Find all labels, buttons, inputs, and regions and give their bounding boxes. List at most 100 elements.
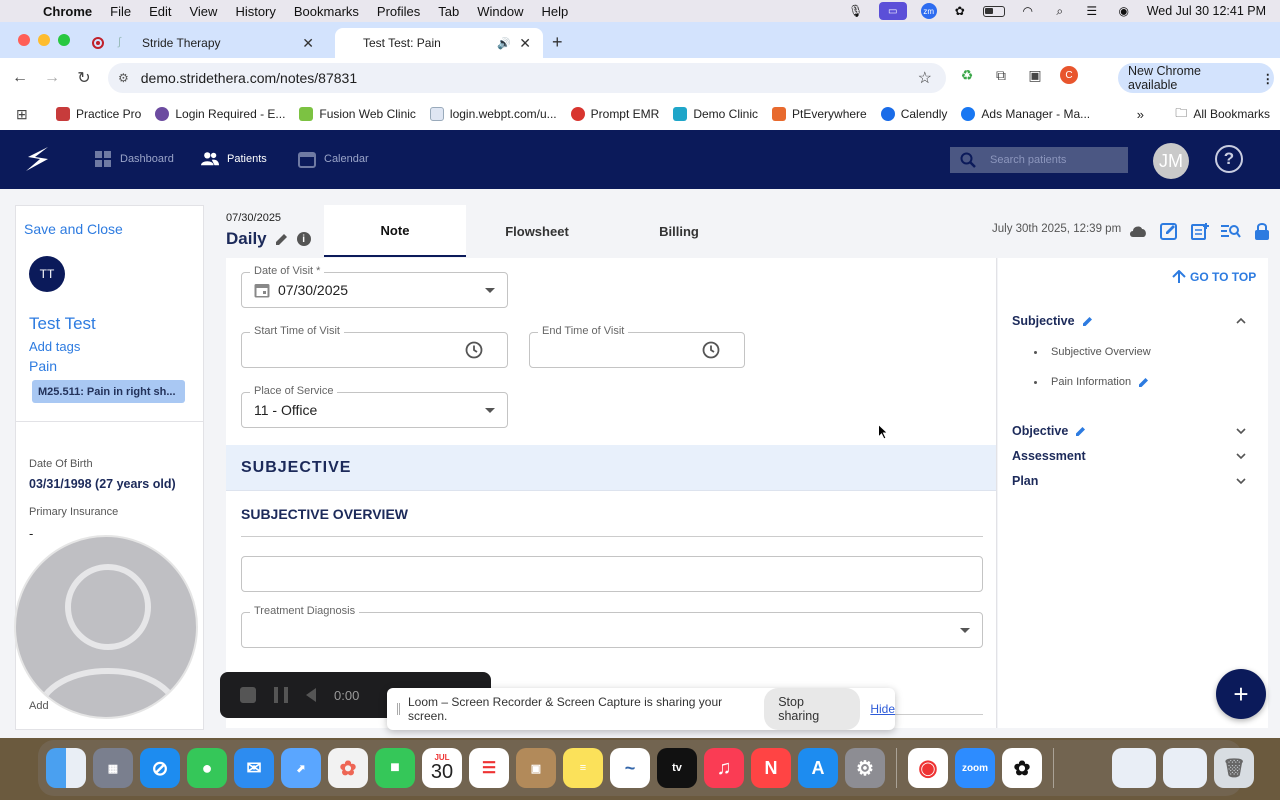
patient-name[interactable]: Test Test [29,314,96,334]
restart-icon[interactable] [306,688,316,702]
finder-icon[interactable] [46,748,86,788]
patient-case[interactable]: Pain [29,358,57,374]
loom-webcam-bubble[interactable] [14,535,198,719]
outline-subjective[interactable]: Subjective [1012,314,1093,328]
tab-billing[interactable]: Billing [608,205,750,257]
notes-icon[interactable]: ≡ [563,748,603,788]
menu-window[interactable]: Window [468,4,532,19]
add-note-icon[interactable] [1190,221,1210,241]
treatment-diagnosis-select[interactable]: Treatment Diagnosis [241,605,983,648]
clock-icon[interactable] [465,341,483,359]
site-info-icon[interactable]: ⚙ [118,71,129,85]
edit-pencil-icon[interactable] [275,232,289,246]
bookmark-login-required[interactable]: Login Required - E... [155,107,285,121]
address-bar[interactable]: ⚙ demo.stridethera.com/notes/87831 ☆ [108,63,946,93]
screen-share-icon[interactable]: ▭ [878,2,907,20]
url-text[interactable]: demo.stridethera.com/notes/87831 [141,70,357,86]
minimize-window-button[interactable] [38,34,50,46]
menu-edit[interactable]: Edit [140,4,180,19]
save-and-close-link[interactable]: Save and Close [24,221,123,237]
battery-icon[interactable] [982,5,1005,17]
drag-handle[interactable] [397,703,400,715]
facetime-icon[interactable]: ■ [375,748,415,788]
new-tab-button[interactable]: + [552,32,563,53]
help-question-icon[interactable]: ? [1215,145,1243,173]
trash-icon[interactable]: 🗑 [1214,748,1254,788]
profile-avatar[interactable]: C [1060,66,1078,84]
chrome-menu-icon[interactable]: ⋮ [1262,71,1275,86]
zoom-status-icon[interactable]: zm [920,3,937,19]
minimized-window-thumbnail[interactable] [1112,748,1156,788]
all-bookmarks-folder[interactable]: 🗀 All Bookmarks [1175,104,1270,125]
new-chrome-available-button[interactable]: New Chrome available ⋮ [1118,63,1274,93]
patient-search-input[interactable]: Search patients [950,147,1128,173]
dropdown-caret-icon[interactable] [960,628,970,633]
close-tab-icon[interactable]: ✕ [519,35,531,52]
back-arrow-icon[interactable]: ← [4,69,36,87]
tab-flowsheet[interactable]: Flowsheet [466,205,608,257]
apple-tv-icon[interactable]: tv [657,748,697,788]
tab-search-icon[interactable]: ▣ [1026,66,1044,84]
start-time-field[interactable]: Start Time of Visit [241,325,508,368]
maps-icon[interactable]: ⬈ [281,748,321,788]
wifi-icon[interactable]: ◠ [1019,4,1037,18]
bookmark-star-icon[interactable]: ☆ [918,68,932,88]
spotlight-search-icon[interactable]: ⌕ [1051,4,1069,18]
outline-objective[interactable]: Objective [1012,424,1086,438]
dropdown-caret-icon[interactable] [485,288,495,293]
nav-dashboard[interactable]: Dashboard [94,150,174,168]
zoom-window-button[interactable] [58,34,70,46]
search-list-icon[interactable] [1221,221,1241,241]
edit-note-icon[interactable] [1159,221,1179,241]
hide-banner-link[interactable]: Hide [870,702,895,716]
chevron-down-icon[interactable] [1236,476,1246,486]
diagnosis-chip[interactable]: M25.511: Pain in right sh... [32,380,185,403]
end-time-field[interactable]: End Time of Visit [529,325,745,368]
outline-assessment[interactable]: Assessment [1012,449,1086,463]
browser-tab-stride-therapy[interactable]: ∫ Stride Therapy ✕ [86,28,326,58]
clock-icon[interactable] [702,341,720,359]
user-avatar[interactable]: JM [1153,143,1189,179]
stop-sharing-button[interactable]: Stop sharing [764,688,861,730]
bookmark-ads-manager[interactable]: Ads Manager - Ma... [961,107,1090,121]
edit-pencil-icon[interactable] [1082,316,1093,326]
chevron-down-icon[interactable] [1236,451,1246,461]
safari-icon[interactable]: ⊘ [140,748,180,788]
bookmark-webpt[interactable]: login.webpt.com/u... [429,107,557,121]
place-of-service-select[interactable]: Place of Service 11 - Office [241,385,508,428]
extensions-puzzle-icon[interactable]: ⧉ [992,66,1010,84]
nav-patients[interactable]: Patients [201,150,267,168]
chrome-icon[interactable]: ◉ [908,748,948,788]
microphone-icon[interactable]: 🎙 [847,4,865,18]
messages-icon[interactable]: ● [187,748,227,788]
outline-item-pain-information[interactable]: Pain Information [1034,376,1149,388]
menu-help[interactable]: Help [533,4,578,19]
extension-recycle-icon[interactable]: ♻ [958,66,976,84]
go-to-top-button[interactable]: GO TO TOP [1172,270,1256,284]
browser-tab-active[interactable]: Test Test: Pain 🔊 ✕ [335,28,543,58]
reminders-icon[interactable]: ☰ [469,748,509,788]
app-store-icon[interactable]: A [798,748,838,788]
chevron-up-icon[interactable] [1236,316,1246,326]
edit-pencil-icon[interactable] [1076,426,1086,436]
menu-history[interactable]: History [226,4,284,19]
dropdown-caret-icon[interactable] [485,408,495,413]
photos-icon[interactable]: ✿ [328,748,368,788]
system-settings-icon[interactable]: ⚙ [845,748,885,788]
info-icon[interactable]: i [296,232,311,246]
date-of-visit-field[interactable]: Date of Visit * 07/30/2025 [241,265,508,308]
outline-plan[interactable]: Plan [1012,474,1038,488]
menu-tab[interactable]: Tab [429,4,468,19]
menu-app-name[interactable]: Chrome [34,4,101,19]
pause-icon[interactable] [274,687,288,703]
menu-clock[interactable]: Wed Jul 30 12:41 PM [1147,4,1266,18]
news-icon[interactable]: N [751,748,791,788]
bookmark-fusion-web-clinic[interactable]: Fusion Web Clinic [299,107,416,121]
subjective-overview-input[interactable] [241,556,983,592]
chatgpt-icon[interactable]: ✿ [1002,748,1042,788]
edit-pencil-icon[interactable] [1139,377,1149,387]
zoom-app-icon[interactable]: zoom [955,748,995,788]
calendar-app-icon[interactable]: JUL 30 [422,748,462,788]
launchpad-icon[interactable]: ▦ [93,748,133,788]
mail-icon[interactable]: ✉ [234,748,274,788]
